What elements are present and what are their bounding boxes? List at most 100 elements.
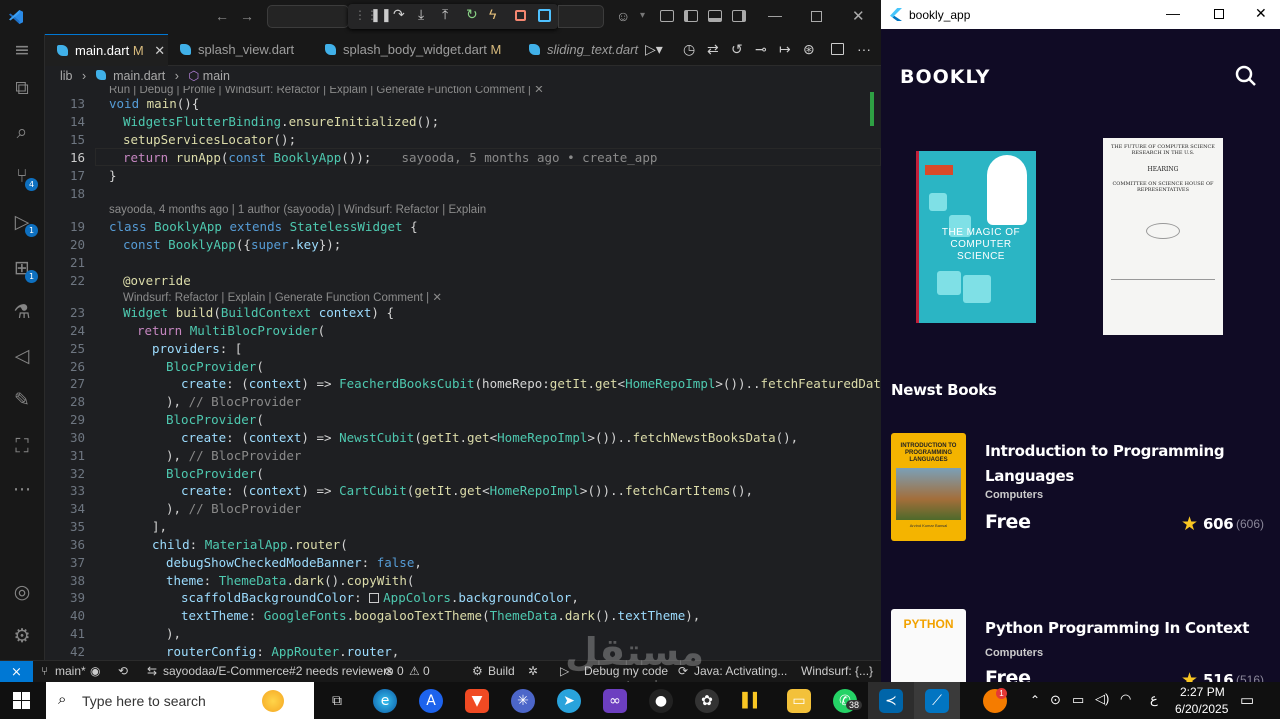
clock-date[interactable]: 6/20/2025 (1175, 702, 1228, 716)
warning-count[interactable]: 0 (423, 661, 430, 682)
restart-icon[interactable]: ↻ (466, 6, 478, 23)
flutter-icon[interactable]: ◁ (10, 344, 34, 368)
codelens-class[interactable]: sayooda, 4 months ago | 1 author (sayood… (109, 204, 486, 216)
code-line-23: Widget build(BuildContext context) { (123, 305, 394, 320)
featured-book-cover[interactable]: THE MAGIC OF COMPUTER SCIENCE (916, 151, 1036, 323)
remote-indicator-icon[interactable]: ⨯ (0, 661, 33, 682)
toggle-panel-icon[interactable] (708, 10, 722, 22)
breadcrumb-symbol[interactable]: main (203, 69, 230, 83)
sync-icon[interactable]: ⟲ (118, 661, 128, 682)
revert-icon[interactable]: ↺ (731, 41, 743, 58)
stop-icon[interactable] (515, 10, 526, 21)
brave-icon[interactable]: ▼ (465, 689, 489, 713)
breadcrumb-file[interactable]: main.dart (113, 69, 165, 83)
next-change-icon[interactable]: ↦ (779, 41, 791, 58)
search-icon[interactable]: ⌕ (10, 120, 34, 144)
error-count[interactable]: 0 (397, 661, 404, 682)
file-explorer-icon[interactable]: ▭ (787, 689, 811, 713)
menu-icon[interactable]: ≡ (10, 38, 34, 62)
windsurf-status[interactable]: Windsurf: {...} (801, 661, 873, 682)
power-bi-icon[interactable]: ▌▍ (741, 689, 765, 713)
codelens-main[interactable]: Run | Debug | Profile | Windsurf: Refact… (109, 86, 544, 96)
edit-icon[interactable]: ✎ (10, 388, 34, 412)
build-button[interactable]: Build (488, 661, 515, 682)
tab-sliding-text[interactable]: sliding_text.dart (517, 34, 638, 66)
code-editor[interactable]: Run | Debug | Profile | Windsurf: Refact… (95, 86, 881, 660)
run-dropdown-icon[interactable]: ▷▾ (645, 41, 663, 58)
java-status[interactable]: Java: Activating... (694, 661, 787, 682)
app-store-icon[interactable]: A (419, 689, 443, 713)
more-actions-icon[interactable]: ··· (857, 41, 871, 57)
line-number: 24 (69, 323, 85, 338)
wifi-icon[interactable]: ◠ (1120, 691, 1131, 707)
copilot-icon[interactable]: ☺ (616, 8, 630, 24)
featured-book-cover[interactable]: THE FUTURE OF COMPUTER SCIENCE RESEARCH … (1103, 138, 1223, 335)
tab-splash-body-widget[interactable]: splash_body_widget.dart M (313, 34, 503, 66)
book-list-item[interactable]: INTRODUCTION TO PROGRAMMING LANGUAGES Ar… (881, 433, 1280, 543)
timeline-icon[interactable]: ◷ (683, 41, 695, 58)
task-view-icon[interactable]: ⧉ (325, 689, 349, 713)
toggle-primary-sidebar-icon[interactable] (684, 10, 698, 22)
bug-icon[interactable]: ✲ (528, 661, 538, 682)
pause-icon[interactable]: ❚❚ (370, 7, 392, 23)
back-arrow-icon[interactable]: ← (215, 8, 229, 24)
taskbar-search-box[interactable]: ⌕ Type here to search (46, 682, 314, 719)
flutter-taskbar-icon[interactable]: ⟋ (925, 689, 949, 713)
telegram-icon[interactable]: ➤ (557, 689, 581, 713)
chatgpt-icon[interactable]: ✿ (695, 689, 719, 713)
pull-request-status[interactable]: sayoodaa/E-Commerce#2 needs reviewers (163, 661, 393, 682)
breadcrumb-folder[interactable]: lib (60, 69, 73, 83)
forward-arrow-icon[interactable]: → (240, 8, 254, 24)
book-list-item[interactable]: PYTHON Python Programming In Context Com… (881, 609, 1280, 682)
tab-close-icon[interactable]: ✕ (154, 43, 165, 58)
tray-chevron-icon[interactable]: ⌃ (1030, 693, 1040, 707)
github-icon[interactable]: ● (649, 689, 673, 713)
codelens-build[interactable]: Windsurf: Refactor | Explain | Generate … (123, 290, 442, 304)
tab-main-dart[interactable]: main.dart M ✕ (45, 34, 168, 66)
battery-icon[interactable]: ▭ (1072, 692, 1084, 708)
close-icon[interactable]: ✕ (1255, 5, 1267, 22)
close-icon[interactable]: ✕ (852, 7, 865, 25)
account-icon[interactable]: ◎ (10, 580, 34, 604)
split-editor-icon[interactable] (831, 43, 844, 55)
devtools-icon[interactable] (538, 9, 551, 22)
step-into-icon[interactable]: ⤓ (418, 6, 424, 23)
layout-customize-icon[interactable] (660, 10, 674, 22)
command-center[interactable] (267, 5, 349, 28)
run-debug-icon[interactable]: ▷ 1 (10, 210, 38, 237)
tab-splash-view[interactable]: splash_view.dart (168, 34, 313, 66)
commit-icon[interactable]: ⊸ (755, 41, 767, 58)
step-out-icon[interactable]: ⤒ (442, 6, 448, 23)
extensions-icon[interactable]: ⊞ 1 (10, 256, 38, 283)
toggle-secondary-sidebar-icon[interactable] (732, 10, 746, 22)
visual-studio-icon[interactable]: ∞ (603, 689, 627, 713)
tray-icon[interactable]: ⊙ (1050, 692, 1061, 708)
chevron-down-icon[interactable]: ▾ (640, 10, 645, 21)
maximize-icon[interactable] (811, 11, 822, 22)
edge-icon[interactable]: e (373, 689, 397, 713)
git-branch[interactable]: main* (55, 661, 86, 682)
open-changes-icon[interactable]: ⊛ (803, 41, 815, 58)
remote-explorer-icon[interactable]: ⛶ (10, 434, 34, 458)
explorer-icon[interactable]: ⧉ (10, 76, 34, 100)
app-icon[interactable]: ✳ (511, 689, 535, 713)
source-control-icon[interactable]: ⑂ 4 (10, 164, 38, 191)
hot-reload-icon[interactable]: ϟ (489, 6, 496, 22)
volume-icon[interactable]: ◁) (1095, 691, 1109, 707)
code-line-28: ), // BlocProvider (166, 394, 302, 409)
more-icon[interactable]: ··· (10, 478, 34, 502)
maximize-icon[interactable] (1214, 9, 1224, 19)
windows-start-icon[interactable] (13, 692, 30, 709)
testing-icon[interactable]: ⚗ (10, 300, 34, 324)
color-swatch-icon[interactable] (369, 593, 380, 603)
vscode-taskbar-icon[interactable]: ≺ (879, 689, 903, 713)
minimize-icon[interactable]: — (768, 7, 782, 23)
compare-icon[interactable]: ⇄ (707, 41, 719, 58)
step-over-icon[interactable]: ↷ (393, 6, 405, 23)
settings-gear-icon[interactable]: ⚙ (10, 624, 34, 648)
search-icon[interactable] (1235, 65, 1257, 87)
minimize-icon[interactable]: — (1166, 5, 1180, 21)
notifications-icon[interactable]: ▭ (1240, 691, 1254, 709)
language-indicator[interactable]: ع (1150, 691, 1158, 707)
clock-time[interactable]: 2:27 PM (1180, 685, 1225, 699)
